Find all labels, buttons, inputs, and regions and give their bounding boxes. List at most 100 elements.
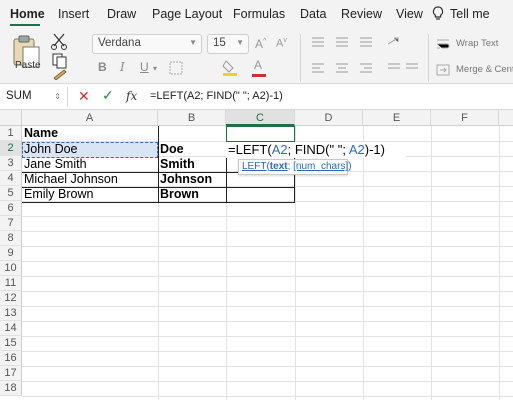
wrap-text-button[interactable]: Wrap Text bbox=[456, 38, 498, 49]
row-gridline bbox=[22, 276, 513, 277]
row-header-16[interactable]: 16 bbox=[0, 351, 22, 366]
spreadsheet-grid: A B C D E F 1 2 3 4 5 6 7 8 9 10 11 12 13 14 15 16 17 18 … bbox=[0, 110, 513, 400]
chevron-down-icon: ▼ bbox=[189, 38, 197, 47]
tooltip-arg-num-chars[interactable]: [num_chars] bbox=[293, 161, 348, 172]
row-gridline bbox=[22, 246, 513, 247]
row-border-a4 bbox=[22, 172, 159, 188]
merge-center-button[interactable]: Merge & Cent bbox=[456, 64, 513, 75]
function-tooltip: LEFT(text; [num_chars]) bbox=[238, 159, 352, 175]
underline-button[interactable]: U bbox=[140, 60, 149, 74]
fill-color-icon[interactable] bbox=[222, 58, 238, 76]
chevron-down-icon[interactable]: ▾ bbox=[153, 64, 157, 73]
column-header-c[interactable]: C bbox=[226, 110, 295, 126]
wrap-text-icon bbox=[437, 39, 450, 49]
column-header-a[interactable]: A bbox=[22, 110, 158, 126]
row-header-13[interactable]: 13 bbox=[0, 306, 22, 321]
select-all-corner[interactable] bbox=[0, 110, 22, 126]
divider bbox=[300, 34, 301, 82]
active-tab-indicator bbox=[10, 24, 40, 26]
tab-insert[interactable]: Insert bbox=[58, 7, 89, 21]
row-header-2[interactable]: 2 bbox=[0, 141, 22, 156]
clipboard-tools-icons[interactable] bbox=[50, 32, 70, 80]
borders-icon[interactable] bbox=[168, 60, 186, 76]
cell-c1[interactable] bbox=[226, 126, 295, 142]
row-header-17[interactable]: 17 bbox=[0, 366, 22, 381]
tab-data[interactable]: Data bbox=[300, 7, 326, 21]
column-header-e[interactable]: E bbox=[363, 110, 431, 126]
row-gridline bbox=[22, 321, 513, 322]
row-gridline bbox=[22, 306, 513, 307]
italic-button[interactable]: I bbox=[120, 60, 125, 74]
row-header-12[interactable]: 12 bbox=[0, 291, 22, 306]
row-header-8[interactable]: 8 bbox=[0, 231, 22, 246]
fx-icon[interactable]: fx bbox=[126, 89, 137, 103]
cell-b2[interactable]: Doe bbox=[158, 142, 226, 157]
cell-c2-editing[interactable]: =LEFT(A2; FIND(" "; A2)-1) bbox=[226, 142, 406, 158]
row-header-5[interactable]: 5 bbox=[0, 186, 22, 201]
tell-me-search[interactable]: Tell me bbox=[450, 7, 490, 21]
cancel-icon[interactable]: ✕ bbox=[78, 88, 90, 105]
row-gridline bbox=[22, 351, 513, 352]
font-size-select[interactable]: 15 ▼ bbox=[207, 34, 249, 54]
font-color-bar bbox=[252, 74, 266, 77]
row-border-a3 bbox=[22, 157, 159, 173]
column-gridline bbox=[499, 126, 500, 400]
tab-page-layout[interactable]: Page Layout bbox=[152, 7, 222, 21]
row-header-7[interactable]: 7 bbox=[0, 216, 22, 231]
tab-draw[interactable]: Draw bbox=[107, 7, 136, 21]
formula-bar: SUM ⇕ ✕ ✓ fx =LEFT(A2; FIND(" "; A2)-1) bbox=[0, 84, 513, 110]
formula-prefix: =LEFT( bbox=[228, 142, 272, 157]
column-border-c bbox=[226, 157, 227, 203]
row-header-1[interactable]: 1 bbox=[0, 126, 22, 141]
column-header-g[interactable] bbox=[499, 110, 513, 126]
row-header-10[interactable]: 10 bbox=[0, 261, 22, 276]
row-header-15[interactable]: 15 bbox=[0, 336, 22, 351]
row-gridline bbox=[22, 396, 513, 397]
font-size-value: 15 bbox=[213, 37, 226, 49]
column-header-b[interactable]: B bbox=[158, 110, 226, 126]
lightbulb-icon bbox=[432, 6, 444, 20]
row-header-3[interactable]: 3 bbox=[0, 156, 22, 171]
row-header-18[interactable]: 18 bbox=[0, 381, 22, 396]
row-header-6[interactable]: 6 bbox=[0, 201, 22, 216]
row-header-9[interactable]: 9 bbox=[0, 246, 22, 261]
row-gridline bbox=[22, 261, 513, 262]
tab-formulas[interactable]: Formulas bbox=[233, 7, 285, 21]
tab-view[interactable]: View bbox=[396, 7, 423, 21]
row-gridline bbox=[22, 336, 513, 337]
row-gridline bbox=[22, 366, 513, 367]
paste-label[interactable]: Paste bbox=[15, 60, 41, 71]
chevron-down-icon: ▼ bbox=[236, 38, 244, 47]
formula-ref-a2: A2 bbox=[271, 142, 288, 157]
column-gridline bbox=[363, 126, 364, 400]
font-color-icon[interactable]: A bbox=[254, 58, 262, 72]
font-name-select[interactable]: Verdana ▼ bbox=[92, 34, 202, 54]
enter-check-icon[interactable]: ✓ bbox=[102, 87, 114, 104]
name-box-value: SUM bbox=[6, 90, 32, 102]
tab-review[interactable]: Review bbox=[341, 7, 382, 21]
tooltip-function-name[interactable]: LEFT bbox=[242, 161, 266, 172]
font-name-value: Verdana bbox=[98, 37, 141, 49]
increase-font-icon[interactable]: A^ bbox=[255, 37, 266, 51]
column-header-f[interactable]: F bbox=[431, 110, 499, 126]
name-box[interactable]: SUM ⇕ bbox=[0, 87, 68, 107]
column-header-d[interactable]: D bbox=[295, 110, 363, 126]
formula-suffix: )-1) bbox=[364, 142, 385, 157]
chevron-updown-icon: ⇕ bbox=[54, 92, 61, 101]
ribbon-tabs: Home Insert Draw Page Layout Formulas Da… bbox=[0, 0, 513, 28]
row-gridline bbox=[22, 216, 513, 217]
formula-ref-a2: A2 bbox=[348, 142, 365, 157]
tooltip-arg-text[interactable]: text bbox=[270, 161, 288, 172]
decrease-font-icon[interactable]: Av bbox=[276, 37, 287, 50]
alignment-icons[interactable] bbox=[310, 34, 420, 82]
row-gridline bbox=[22, 231, 513, 232]
row-header-4[interactable]: 4 bbox=[0, 171, 22, 186]
row-header-14[interactable]: 14 bbox=[0, 321, 22, 336]
tab-home[interactable]: Home bbox=[10, 7, 45, 21]
row-gridline bbox=[22, 381, 513, 382]
divider bbox=[428, 34, 429, 82]
row-header-11[interactable]: 11 bbox=[0, 276, 22, 291]
bold-button[interactable]: B bbox=[98, 60, 107, 74]
formula-input[interactable]: =LEFT(A2; FIND(" "; A2)-1) bbox=[150, 90, 283, 102]
row-gridline bbox=[22, 291, 513, 292]
